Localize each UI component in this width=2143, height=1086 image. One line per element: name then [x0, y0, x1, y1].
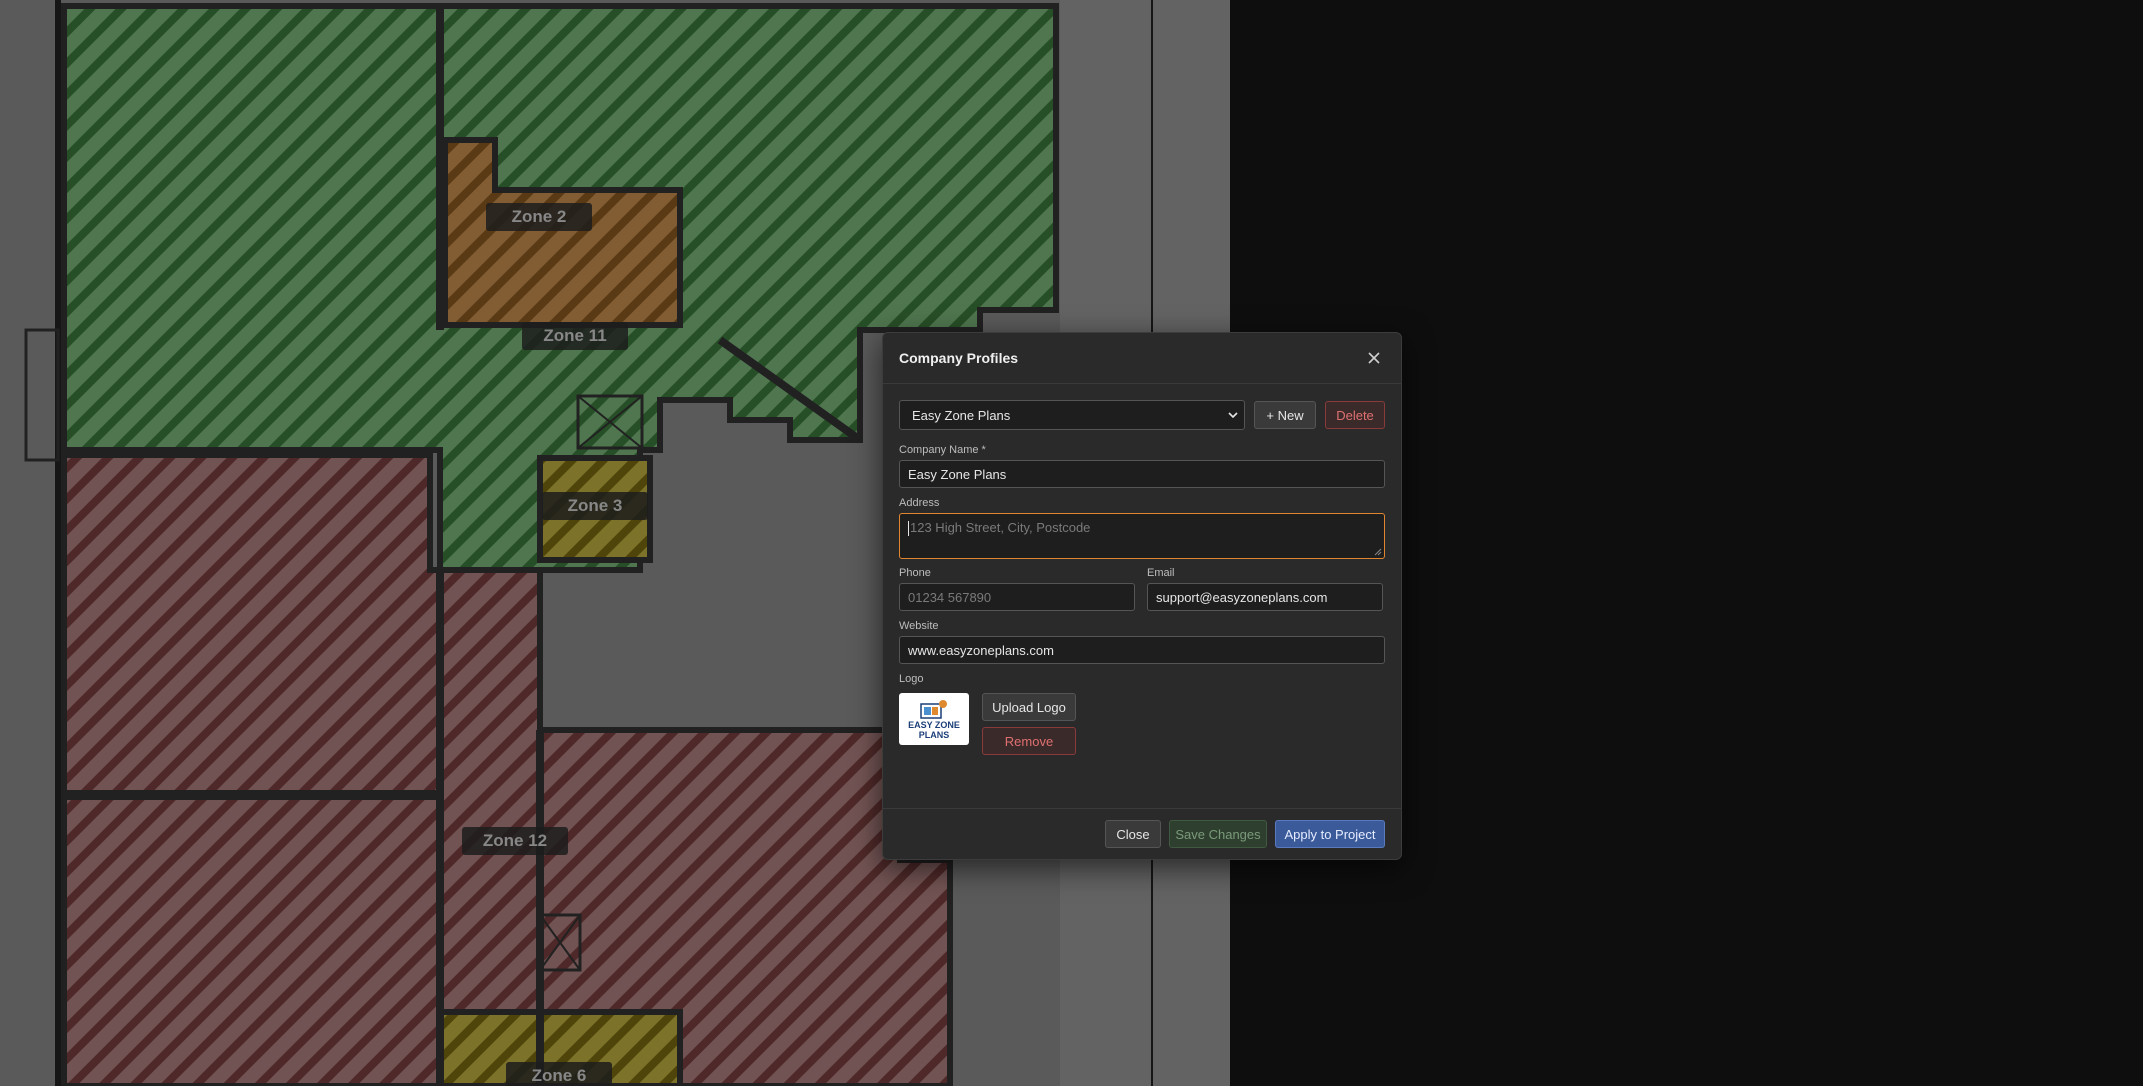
zone-label-3[interactable]: Zone 3 [542, 492, 648, 520]
address-textarea[interactable]: 123 High Street, City, Postcode [899, 513, 1385, 559]
dialog-title: Company Profiles [899, 350, 1019, 366]
dialog-header: Company Profiles [883, 333, 1401, 384]
save-changes-button[interactable]: Save Changes [1169, 820, 1267, 848]
profile-select-value: Easy Zone Plans [912, 407, 1011, 423]
website-label: Website [899, 620, 939, 632]
text-caret [908, 521, 909, 537]
website-value: www.easyzoneplans.com [908, 642, 1054, 658]
address-placeholder: 123 High Street, City, Postcode [910, 520, 1091, 535]
phone-placeholder: 01234 567890 [908, 589, 992, 605]
logo-line-1: EASY ZONE [908, 720, 960, 730]
logo-preview: EASY ZONE PLANS [899, 693, 969, 745]
app: Zone 2 Zone 11 Zone 3 Zone 12 Zone 6 Com… [0, 0, 2143, 1086]
close-button[interactable]: Close [1105, 820, 1161, 848]
delete-profile-button[interactable]: Delete [1325, 401, 1385, 429]
logo-line-2: PLANS [918, 730, 950, 740]
dialog-footer: Close Save Changes Apply to Project [883, 808, 1401, 859]
chevron-down-icon [1228, 408, 1238, 423]
email-input[interactable]: support@easyzoneplans.com [1147, 583, 1383, 611]
logo-label: Logo [899, 673, 924, 685]
zone-label-2[interactable]: Zone 2 [486, 203, 592, 231]
company-profiles-dialog: Company Profiles Easy Zone Plans + New D… [882, 332, 1402, 860]
remove-logo-button[interactable]: Remove [982, 727, 1076, 755]
email-label: Email [1147, 567, 1175, 579]
zone-label-11[interactable]: Zone 11 [522, 322, 628, 350]
company-name-label: Company Name * [899, 444, 986, 456]
dialog-body: Easy Zone Plans + New Delete Company Nam… [883, 384, 1401, 755]
email-value: support@easyzoneplans.com [1156, 589, 1328, 605]
website-input[interactable]: www.easyzoneplans.com [899, 636, 1385, 664]
zone-label-12[interactable]: Zone 12 [462, 827, 568, 855]
new-profile-button[interactable]: + New [1254, 401, 1316, 429]
address-label: Address [899, 497, 940, 509]
company-name-input[interactable]: Easy Zone Plans [899, 460, 1385, 488]
phone-input[interactable]: 01234 567890 [899, 583, 1135, 611]
phone-label: Phone [899, 567, 931, 579]
close-icon[interactable] [1363, 347, 1385, 369]
apply-to-project-button[interactable]: Apply to Project [1275, 820, 1385, 848]
zone-label-6[interactable]: Zone 6 [506, 1062, 612, 1086]
resize-grip-icon[interactable] [1374, 548, 1382, 556]
upload-logo-button[interactable]: Upload Logo [982, 693, 1076, 721]
floor-plan-logo-icon [920, 700, 947, 719]
profile-select[interactable]: Easy Zone Plans [899, 400, 1245, 430]
company-name-value: Easy Zone Plans [908, 466, 1007, 482]
